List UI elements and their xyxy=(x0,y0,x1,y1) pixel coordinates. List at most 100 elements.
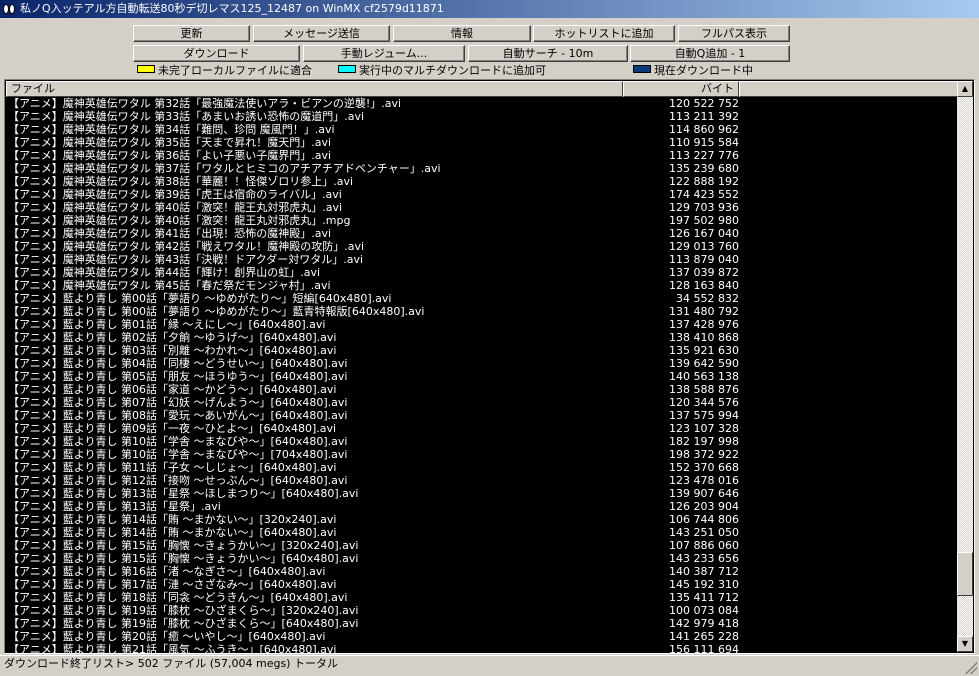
table-row[interactable]: 【アニメ】魔神英雄伝ワタル 第34話「難問、珍問 魔風門！」.avi 114 86… xyxy=(6,123,958,136)
file-size: 143 233 656 xyxy=(669,552,739,565)
file-name: 【アニメ】藍より青し 第03話「別離 ～わかれ～」[640x480].avi xyxy=(8,344,337,357)
list-rows: 【アニメ】魔神英雄伝ワタル 第32話「最強魔法使いアラ・ビアンの逆襲!」.avi… xyxy=(6,97,958,653)
file-size: 113 211 392 xyxy=(669,110,739,123)
table-row[interactable]: 【アニメ】藍より青し 第19話「膝枕 ～ひざまくら～」[640x480].avi… xyxy=(6,617,958,630)
file-name: 【アニメ】藍より青し 第19話「膝枕 ～ひざまくら～」[640x480].avi xyxy=(8,617,359,630)
file-size: 139 907 646 xyxy=(669,487,739,500)
table-row[interactable]: 【アニメ】藍より青し 第09話「一夜 ～ひとよ～」[640x480].avi 12… xyxy=(6,422,958,435)
file-size: 141 265 228 xyxy=(669,630,739,643)
arrow-up-icon[interactable]: ▲ xyxy=(957,81,973,97)
table-row[interactable]: 【アニメ】魔神英雄伝ワタル 第33話「あまいお誘い恐怖の魔道門」.avi 113 … xyxy=(6,110,958,123)
file-size: 145 192 310 xyxy=(669,578,739,591)
show-full-path-button[interactable]: フルパス表示 xyxy=(678,25,790,42)
file-name: 【アニメ】魔神英雄伝ワタル 第36話「よい子悪い子魔界門」.avi xyxy=(8,149,332,162)
file-size: 128 163 840 xyxy=(669,279,739,292)
file-name: 【アニメ】藍より青し 第19話「膝枕 ～ひざまくら～」[320x240].avi xyxy=(8,604,359,617)
table-row[interactable]: 【アニメ】魔神英雄伝ワタル 第38話「華麗！！怪傑ゾロリ参上」.avi 122 8… xyxy=(6,175,958,188)
table-row[interactable]: 【アニメ】藍より青し 第16話「渚 ～なぎさ～」[640x480].avi 140… xyxy=(6,565,958,578)
file-size: 152 370 668 xyxy=(669,461,739,474)
table-row[interactable]: 【アニメ】藍より青し 第01話「縁 ～えにし～」[640x480].avi 137… xyxy=(6,318,958,331)
file-name: 【アニメ】藍より青し 第07話「幻妖 ～げんよう～」[640x480].avi xyxy=(8,396,348,409)
table-row[interactable]: 【アニメ】藍より青し 第18話「同衾 ～どうきん～」[640x480].avi 1… xyxy=(6,591,958,604)
table-row[interactable]: 【アニメ】藍より青し 第10話「学舎 ～まなびや～」[704x480].avi 1… xyxy=(6,448,958,461)
table-row[interactable]: 【アニメ】藍より青し 第14話「賄 ～まかない～」[320x240].avi 10… xyxy=(6,513,958,526)
column-header-bytes[interactable]: バイト xyxy=(623,81,739,97)
table-row[interactable]: 【アニメ】魔神英雄伝ワタル 第44話「輝け！創界山の虹」.avi 137 039 … xyxy=(6,266,958,279)
legend-label: 実行中のマルチダウンロードに追加可 xyxy=(359,64,546,77)
table-row[interactable]: 【アニメ】藍より青し 第21話「風気 ～ふうき～」[640x480].avi 15… xyxy=(6,643,958,653)
column-header-file[interactable]: ファイル xyxy=(6,81,623,97)
table-row[interactable]: 【アニメ】藍より青し 第17話「漣 ～さざなみ～」[640x480].avi 14… xyxy=(6,578,958,591)
table-row[interactable]: 【アニメ】魔神英雄伝ワタル 第40話「激突！龍王丸対邪虎丸」.avi 129 70… xyxy=(6,201,958,214)
file-size: 126 167 040 xyxy=(669,227,739,240)
table-row[interactable]: 【アニメ】魔神英雄伝ワタル 第45話「春だ祭だモンジャ村」.avi 128 163… xyxy=(6,279,958,292)
file-name: 【アニメ】魔神英雄伝ワタル 第35話「天まで昇れ！魔天門」.avi xyxy=(8,136,332,149)
refresh-button[interactable]: 更新 xyxy=(133,25,250,42)
table-row[interactable]: 【アニメ】魔神英雄伝ワタル 第42話「戦えワタル！魔神殿の攻防」.avi 129 … xyxy=(6,240,958,253)
table-row[interactable]: 【アニメ】藍より青し 第14話「賄 ～まかない～」[640x480].avi 14… xyxy=(6,526,958,539)
file-name: 【アニメ】魔神英雄伝ワタル 第40話「激突！龍王丸対邪虎丸」.avi xyxy=(8,201,343,214)
size-grip-icon[interactable] xyxy=(965,662,977,674)
table-row[interactable]: 【アニメ】魔神英雄伝ワタル 第36話「よい子悪い子魔界門」.avi 113 227… xyxy=(6,149,958,162)
file-name: 【アニメ】藍より青し 第14話「賄 ～まかない～」[640x480].avi xyxy=(8,526,337,539)
table-row[interactable]: 【アニメ】魔神英雄伝ワタル 第41話「出現！恐怖の魔神殿」.avi 126 167… xyxy=(6,227,958,240)
scroll-thumb[interactable] xyxy=(957,552,973,597)
arrow-down-icon[interactable]: ▼ xyxy=(957,636,973,652)
file-name: 【アニメ】藍より青し 第09話「一夜 ～ひとよ～」[640x480].avi xyxy=(8,422,337,435)
table-row[interactable]: 【アニメ】魔神英雄伝ワタル 第37話「ワタルとヒミコのアチアチアドベンチャー」.… xyxy=(6,162,958,175)
table-row[interactable]: 【アニメ】魔神英雄伝ワタル 第32話「最強魔法使いアラ・ビアンの逆襲!」.avi… xyxy=(6,97,958,110)
table-row[interactable]: 【アニメ】藍より青し 第12話「接吻 ～せっぷん～」[640x480].avi 1… xyxy=(6,474,958,487)
file-name: 【アニメ】藍より青し 第04話「同棲 ～どうせい～」[640x480].avi xyxy=(8,357,348,370)
table-row[interactable]: 【アニメ】藍より青し 第00話「夢語り ～ゆめがたり～」短編[640x480].… xyxy=(6,292,958,305)
file-list[interactable]: ファイル バイト 【アニメ】魔神英雄伝ワタル 第32話「最強魔法使いアラ・ビアン… xyxy=(4,79,975,654)
table-row[interactable]: 【アニメ】藍より青し 第08話「愛玩 ～あいがん～」[640x480].avi 1… xyxy=(6,409,958,422)
file-name: 【アニメ】藍より青し 第17話「漣 ～さざなみ～」[640x480].avi xyxy=(8,578,337,591)
table-row[interactable]: 【アニメ】魔神英雄伝ワタル 第40話「激突！龍王丸対邪虎丸」.mpg 197 50… xyxy=(6,214,958,227)
table-row[interactable]: 【アニメ】藍より青し 第10話「学舎 ～まなびや～」[640x480].avi 1… xyxy=(6,435,958,448)
table-row[interactable]: 【アニメ】藍より青し 第00話「夢語り ～ゆめがたり～」藍青特報版[640x48… xyxy=(6,305,958,318)
send-message-button[interactable]: メッセージ送信 xyxy=(253,25,390,42)
table-row[interactable]: 【アニメ】藍より青し 第06話「家道 ～かどう～」[640x480].avi 13… xyxy=(6,383,958,396)
file-size: 137 428 976 xyxy=(669,318,739,331)
file-name: 【アニメ】藍より青し 第10話「学舎 ～まなびや～」[640x480].avi xyxy=(8,435,348,448)
table-row[interactable]: 【アニメ】藍より青し 第07話「幻妖 ～げんよう～」[640x480].avi 1… xyxy=(6,396,958,409)
file-name: 【アニメ】藍より青し 第20話「癒 ～いやし～」[640x480].avi xyxy=(8,630,326,643)
file-name: 【アニメ】魔神英雄伝ワタル 第43話「決戦！ドアクダー対ワタル」.avi xyxy=(8,253,364,266)
table-row[interactable]: 【アニメ】魔神英雄伝ワタル 第39話「虎王は宿命のライバル」.avi 174 42… xyxy=(6,188,958,201)
table-row[interactable]: 【アニメ】藍より青し 第13話「星祭 ～ほしまつり～」[640x480].avi… xyxy=(6,487,958,500)
table-row[interactable]: 【アニメ】藍より青し 第13話「星祭」.avi 126 203 904 xyxy=(6,500,958,513)
table-row[interactable]: 【アニメ】藍より青し 第03話「別離 ～わかれ～」[640x480].avi 13… xyxy=(6,344,958,357)
file-name: 【アニメ】藍より青し 第00話「夢語り ～ゆめがたり～」藍青特報版[640x48… xyxy=(8,305,425,318)
file-name: 【アニメ】藍より青し 第14話「賄 ～まかない～」[320x240].avi xyxy=(8,513,337,526)
file-size: 131 480 792 xyxy=(669,305,739,318)
file-name: 【アニメ】魔神英雄伝ワタル 第44話「輝け！創界山の虹」.avi xyxy=(8,266,321,279)
file-name: 【アニメ】魔神英雄伝ワタル 第33話「あまいお誘い恐怖の魔道門」.avi xyxy=(8,110,365,123)
add-hotlist-button[interactable]: ホットリストに追加 xyxy=(533,25,675,42)
table-row[interactable]: 【アニメ】藍より青し 第15話「胸懐 ～きょうかい～」[640x480].avi… xyxy=(6,552,958,565)
file-name: 【アニメ】魔神英雄伝ワタル 第42話「戦えワタル！魔神殿の攻防」.avi xyxy=(8,240,365,253)
window-title: 私ノQ入ッテアル方自動転送80秒デ切レマス125_12487 on WinMX … xyxy=(20,2,444,15)
file-name: 【アニメ】藍より青し 第15話「胸懐 ～きょうかい～」[320x240].avi xyxy=(8,539,359,552)
file-size: 100 073 084 xyxy=(669,604,739,617)
table-row[interactable]: 【アニメ】藍より青し 第19話「膝枕 ～ひざまくら～」[320x240].avi… xyxy=(6,604,958,617)
table-row[interactable]: 【アニメ】藍より青し 第20話「癒 ～いやし～」[640x480].avi 141… xyxy=(6,630,958,643)
legend-multi: 実行中のマルチダウンロードに追加可 xyxy=(338,64,546,77)
file-size: 110 915 584 xyxy=(669,136,739,149)
auto-search-button[interactable]: 自動サーチ - 10m xyxy=(468,45,628,62)
yellow-swatch xyxy=(137,65,155,73)
table-row[interactable]: 【アニメ】藍より青し 第02話「夕餉 ～ゆうげ～」[640x480].avi 13… xyxy=(6,331,958,344)
download-button[interactable]: ダウンロード xyxy=(133,45,300,62)
table-row[interactable]: 【アニメ】藍より青し 第11話「子女 ～しじょ～」[640x480].avi 15… xyxy=(6,461,958,474)
table-row[interactable]: 【アニメ】藍より青し 第15話「胸懐 ～きょうかい～」[320x240].avi… xyxy=(6,539,958,552)
table-row[interactable]: 【アニメ】藍より青し 第05話「朋友 ～ほうゆう～」[640x480].avi 1… xyxy=(6,370,958,383)
file-name: 【アニメ】藍より青し 第16話「渚 ～なぎさ～」[640x480].avi xyxy=(8,565,326,578)
file-size: 34 552 832 xyxy=(676,292,739,305)
table-row[interactable]: 【アニメ】魔神英雄伝ワタル 第43話「決戦！ドアクダー対ワタル」.avi 113 … xyxy=(6,253,958,266)
table-row[interactable]: 【アニメ】魔神英雄伝ワタル 第35話「天まで昇れ！魔天門」.avi 110 915… xyxy=(6,136,958,149)
info-button[interactable]: 情報 xyxy=(393,25,531,42)
file-size: 106 744 806 xyxy=(669,513,739,526)
manual-resume-button[interactable]: 手動レジューム... xyxy=(303,45,465,62)
vertical-scrollbar[interactable]: ▲ ▼ xyxy=(957,81,973,652)
table-row[interactable]: 【アニメ】藍より青し 第04話「同棲 ～どうせい～」[640x480].avi 1… xyxy=(6,357,958,370)
auto-queue-button[interactable]: 自動Q追加 - 1 xyxy=(630,45,790,62)
